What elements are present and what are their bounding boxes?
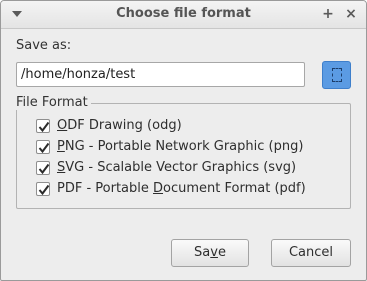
save-as-label: Save as: bbox=[16, 38, 72, 53]
maximize-icon[interactable]: + bbox=[321, 6, 335, 22]
svg-checkbox[interactable] bbox=[36, 161, 50, 175]
pdf-checkbox[interactable] bbox=[36, 182, 50, 196]
png-checkbox[interactable] bbox=[36, 140, 50, 154]
check-icon bbox=[38, 184, 50, 196]
odg-checkbox[interactable] bbox=[36, 119, 50, 133]
save-path-input[interactable] bbox=[16, 62, 305, 87]
dialog-window: Choose file format + × Save as: File For… bbox=[0, 0, 367, 281]
window-title: Choose file format bbox=[116, 6, 251, 21]
png-label: PNG - Portable Network Graphic (png) bbox=[57, 139, 304, 154]
browse-button[interactable] bbox=[322, 61, 351, 89]
check-icon bbox=[38, 142, 50, 154]
check-icon bbox=[38, 121, 50, 133]
cancel-button[interactable]: Cancel bbox=[271, 239, 351, 267]
check-icon bbox=[38, 163, 50, 175]
browse-icon bbox=[332, 68, 342, 82]
title-bar: Choose file format + × bbox=[1, 1, 366, 29]
file-format-legend: File Format bbox=[13, 95, 91, 110]
pdf-label: PDF - Portable Document Format (pdf) bbox=[57, 181, 306, 196]
svg-label: SVG - Scalable Vector Graphics (svg) bbox=[57, 160, 297, 175]
save-button[interactable]: Save bbox=[171, 239, 249, 267]
close-icon[interactable]: × bbox=[344, 6, 358, 22]
odg-label: ODF Drawing (odg) bbox=[57, 118, 182, 133]
